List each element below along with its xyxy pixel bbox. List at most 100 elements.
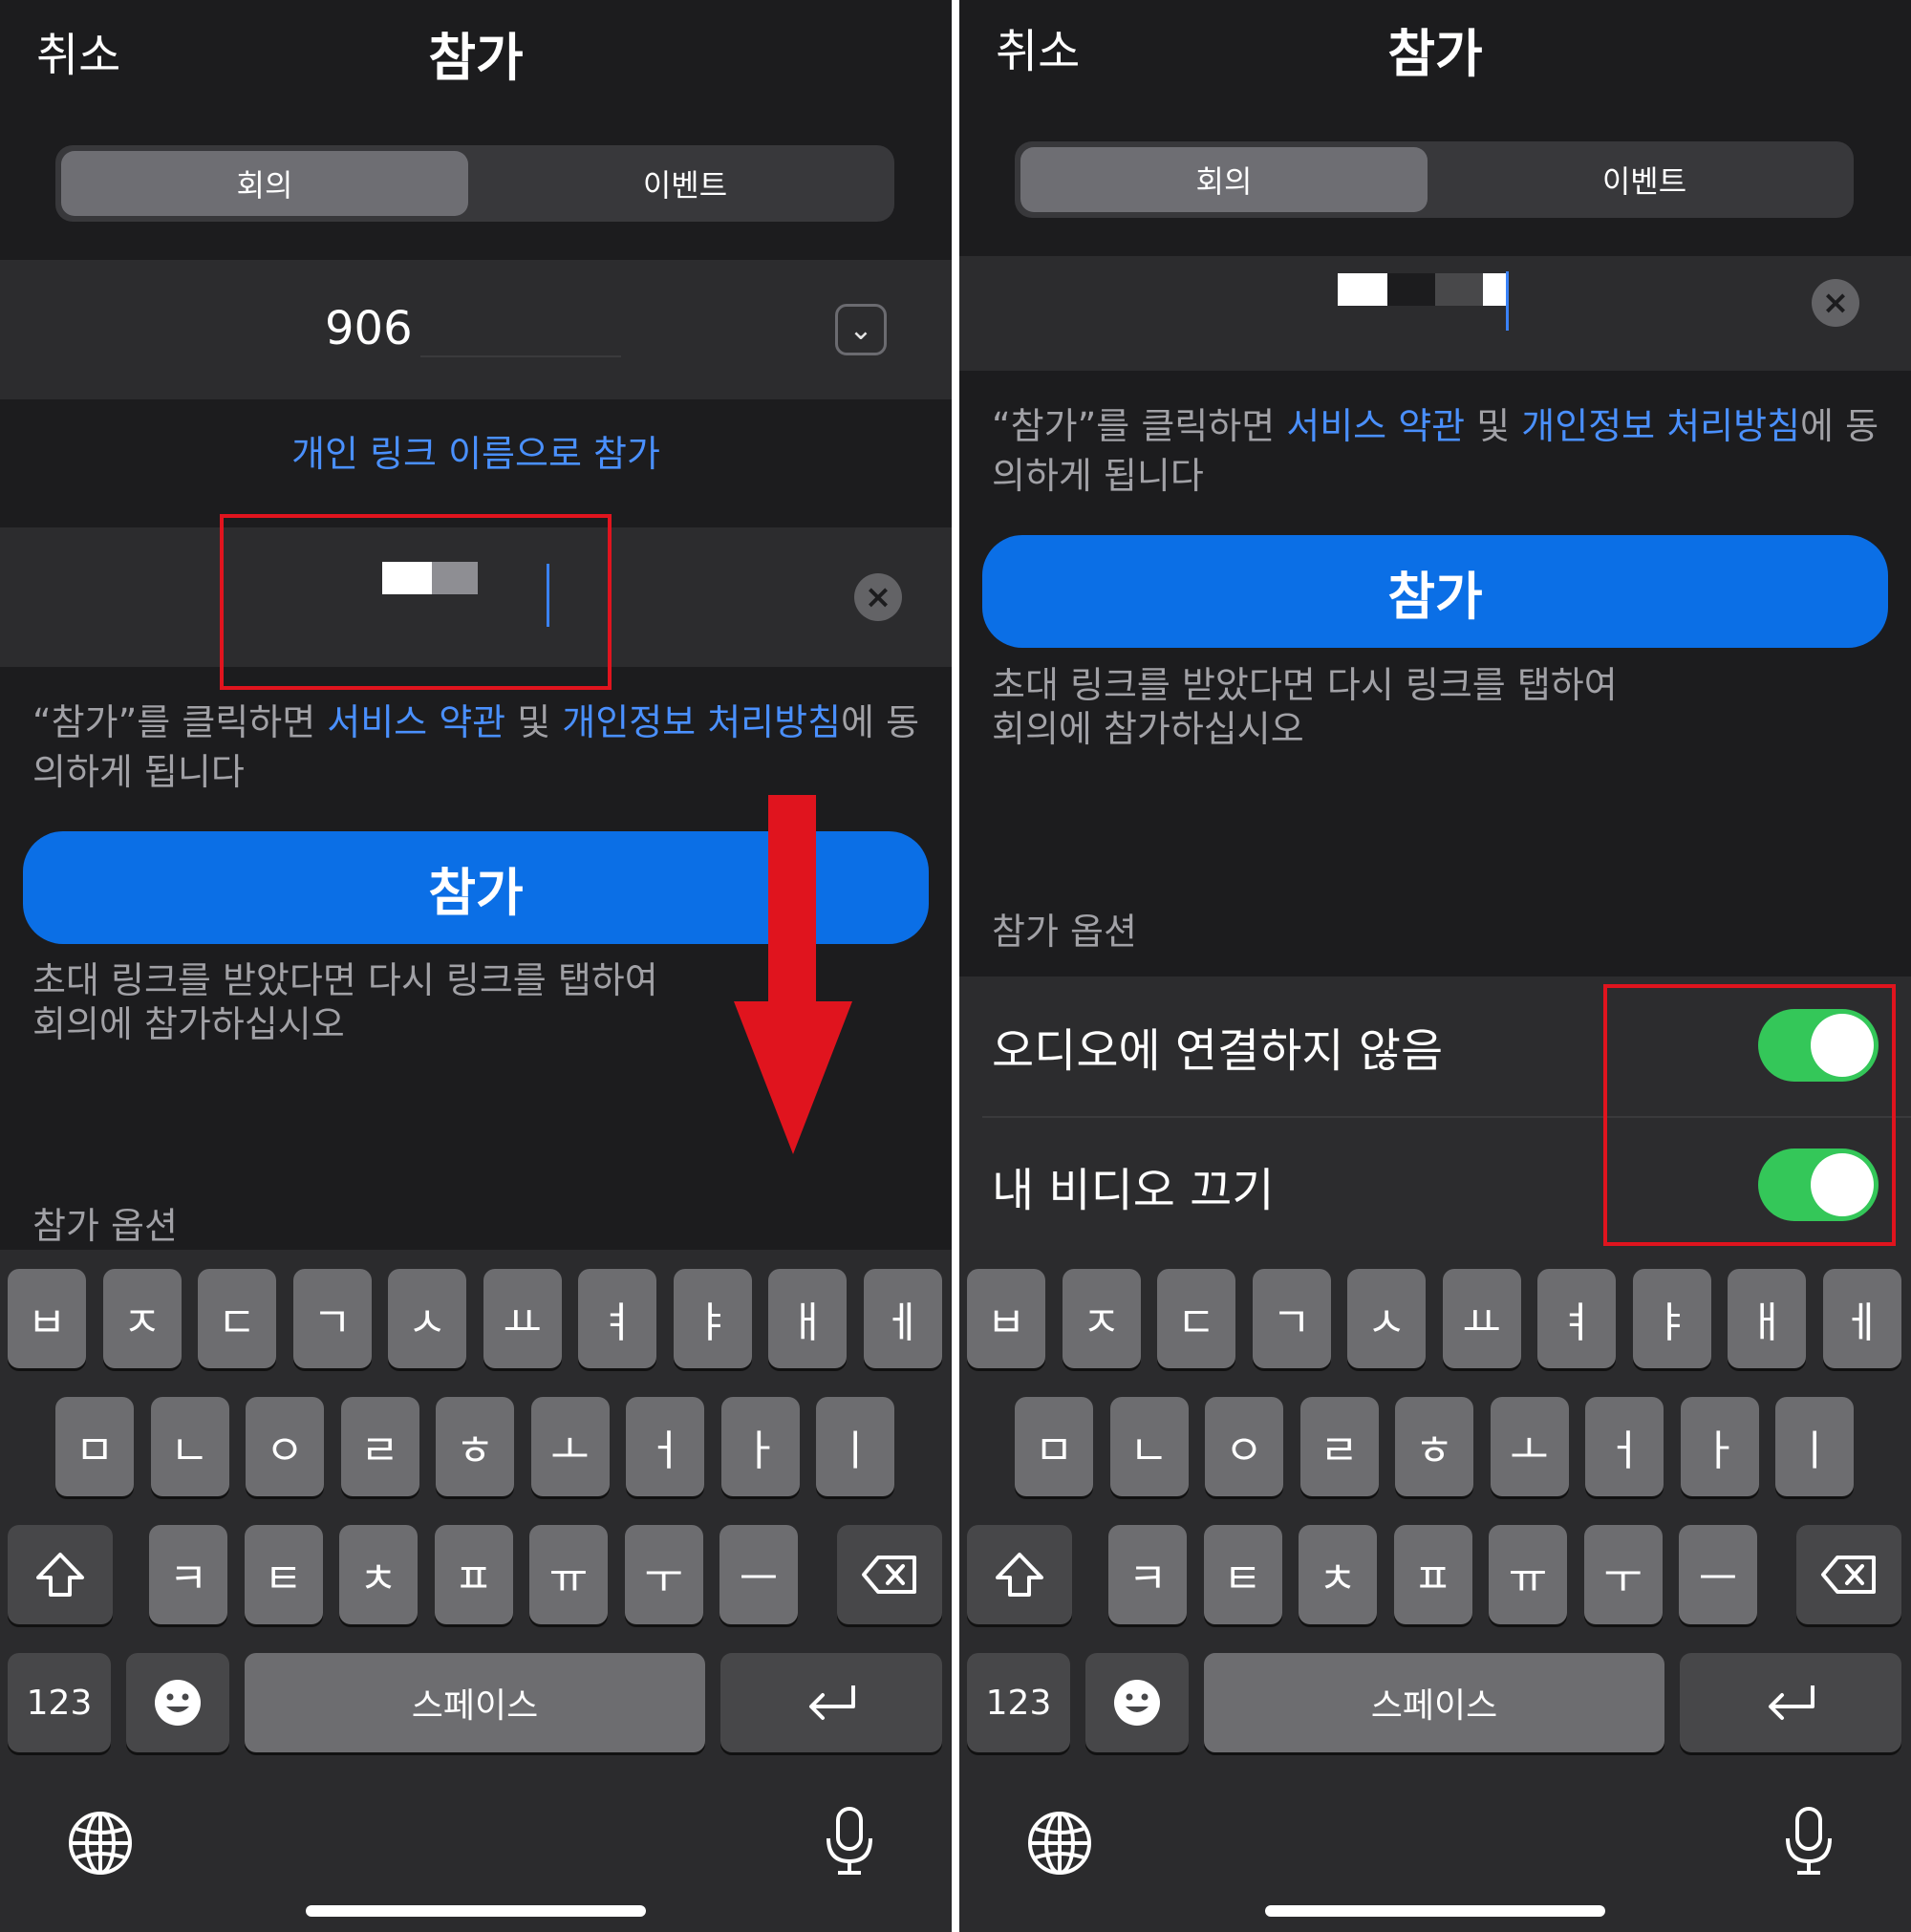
masked-name <box>1338 273 1387 306</box>
space-key[interactable]: 스페이스 <box>245 1653 705 1752</box>
clear-text-button[interactable]: × <box>1812 279 1859 327</box>
key-1[interactable]: ㅂ <box>8 1269 86 1368</box>
privacy-policy-link[interactable]: 개인정보 처리방침 <box>562 701 841 743</box>
microphone-icon[interactable] <box>1783 1806 1835 1877</box>
key-8[interactable]: ㅑ <box>673 1269 752 1368</box>
key-7[interactable]: ㅕ <box>578 1269 656 1368</box>
invite-hint: 초대 링크를 받았다면 다시 링크를 탭하여 회의에 참가하십시오 <box>992 664 1618 750</box>
key-3[interactable]: ㄷ <box>1157 1269 1235 1368</box>
service-terms-link[interactable]: 서비스 약관 <box>327 701 505 743</box>
shift-key[interactable] <box>8 1525 113 1624</box>
key-1[interactable]: ㅂ <box>967 1269 1045 1368</box>
key-15[interactable]: ㅎ <box>436 1397 514 1496</box>
key-24[interactable]: ㅠ <box>529 1525 608 1624</box>
tab-event[interactable]: 이벤트 <box>482 151 889 216</box>
tab-event[interactable]: 이벤트 <box>1441 147 1848 212</box>
key-26[interactable]: ㅡ <box>719 1525 798 1624</box>
key-13[interactable]: ㅇ <box>246 1397 324 1496</box>
key-18[interactable]: ㅏ <box>1680 1397 1759 1496</box>
history-dropdown-button[interactable]: ⌄ <box>835 304 887 355</box>
tab-meeting[interactable]: 회의 <box>61 151 468 216</box>
key-22[interactable]: ㅊ <box>339 1525 418 1624</box>
option-label: 오디오에 연결하지 않음 <box>992 1024 1444 1078</box>
key-2[interactable]: ㅈ <box>102 1269 182 1368</box>
key-20[interactable]: ㅋ <box>149 1525 227 1624</box>
globe-icon[interactable] <box>1026 1810 1093 1877</box>
tab-meeting[interactable]: 회의 <box>1020 147 1428 212</box>
emoji-icon <box>1114 1680 1160 1726</box>
dictation-button[interactable] <box>824 1806 875 1880</box>
backspace-key[interactable] <box>837 1525 942 1624</box>
key-8[interactable]: ㅑ <box>1632 1269 1711 1368</box>
privacy-policy-link[interactable]: 개인정보 처리방침 <box>1521 405 1800 447</box>
masked-name-part <box>1435 273 1483 306</box>
key-26[interactable]: ㅡ <box>1679 1525 1757 1624</box>
return-key[interactable] <box>1680 1653 1901 1752</box>
key-7[interactable]: ㅕ <box>1537 1269 1616 1368</box>
globe-icon[interactable] <box>67 1810 134 1877</box>
emoji-key[interactable] <box>1085 1653 1189 1752</box>
key-17[interactable]: ㅓ <box>626 1397 704 1496</box>
backspace-icon <box>1821 1556 1876 1594</box>
globe-button[interactable] <box>1026 1810 1093 1880</box>
key-15[interactable]: ㅎ <box>1395 1397 1473 1496</box>
key-3[interactable]: ㄷ <box>198 1269 276 1368</box>
left-screen: 취소 참가 회의 이벤트 906 ⌄ 개인 링크 이름으로 참가 × “참가”를… <box>0 0 952 1932</box>
key-14[interactable]: ㄹ <box>340 1397 419 1496</box>
key-23[interactable]: ㅍ <box>434 1525 513 1624</box>
key-18[interactable]: ㅏ <box>720 1397 800 1496</box>
key-10[interactable]: ㅔ <box>1822 1269 1901 1368</box>
dictation-button[interactable] <box>1783 1806 1835 1880</box>
clear-text-button[interactable]: × <box>854 573 902 621</box>
key-6[interactable]: ㅛ <box>483 1269 562 1368</box>
key-10[interactable]: ㅔ <box>863 1269 942 1368</box>
key-9[interactable]: ㅐ <box>768 1269 847 1368</box>
personal-link-join-link[interactable]: 개인 링크 이름으로 참가 <box>0 424 952 477</box>
name-field[interactable]: × <box>959 256 1911 371</box>
return-key[interactable] <box>720 1653 942 1752</box>
key-24[interactable]: ㅠ <box>1489 1525 1567 1624</box>
key-19[interactable]: ㅣ <box>1775 1397 1854 1496</box>
key-21[interactable]: ㅌ <box>1203 1525 1282 1624</box>
emoji-key[interactable] <box>126 1653 229 1752</box>
key-20[interactable]: ㅋ <box>1108 1525 1187 1624</box>
numbers-key[interactable]: 123 <box>8 1653 111 1752</box>
globe-button[interactable] <box>67 1810 134 1880</box>
key-11[interactable]: ㅁ <box>1015 1397 1093 1496</box>
service-terms-link[interactable]: 서비스 약관 <box>1286 405 1465 447</box>
key-13[interactable]: ㅇ <box>1205 1397 1283 1496</box>
key-22[interactable]: ㅊ <box>1299 1525 1377 1624</box>
key-5[interactable]: ㅅ <box>1347 1269 1426 1368</box>
join-button[interactable]: 참가 <box>982 535 1888 648</box>
terms-text: “참가”를 클릭하면 서비스 약관 및 개인정보 처리방침에 동의하게 됩니다 <box>32 701 920 793</box>
key-25[interactable]: ㅜ <box>1583 1525 1663 1624</box>
masked-name-part <box>1483 273 1506 306</box>
key-19[interactable]: ㅣ <box>816 1397 894 1496</box>
key-17[interactable]: ㅓ <box>1585 1397 1664 1496</box>
key-16[interactable]: ㅗ <box>1490 1397 1569 1496</box>
key-21[interactable]: ㅌ <box>244 1525 323 1624</box>
key-5[interactable]: ㅅ <box>388 1269 466 1368</box>
backspace-key[interactable] <box>1796 1525 1901 1624</box>
key-11[interactable]: ㅁ <box>55 1397 134 1496</box>
join-options-label: 참가 옵션 <box>32 1205 178 1247</box>
key-9[interactable]: ㅐ <box>1728 1269 1806 1368</box>
key-14[interactable]: ㄹ <box>1299 1397 1379 1496</box>
key-12[interactable]: ㄴ <box>1109 1397 1189 1496</box>
key-23[interactable]: ㅍ <box>1393 1525 1472 1624</box>
key-4[interactable]: ㄱ <box>292 1269 372 1368</box>
shift-key[interactable] <box>967 1525 1072 1624</box>
key-4[interactable]: ㄱ <box>1252 1269 1331 1368</box>
join-options-label: 참가 옵션 <box>992 911 1137 953</box>
microphone-icon[interactable] <box>824 1806 875 1877</box>
key-2[interactable]: ㅈ <box>1062 1269 1141 1368</box>
shift-icon <box>36 1553 84 1597</box>
space-key[interactable]: 스페이스 <box>1204 1653 1664 1752</box>
key-6[interactable]: ㅛ <box>1442 1269 1521 1368</box>
key-16[interactable]: ㅗ <box>530 1397 610 1496</box>
highlight-box <box>1603 984 1896 1246</box>
meeting-id-field[interactable]: 906 ⌄ <box>0 260 952 399</box>
key-25[interactable]: ㅜ <box>624 1525 703 1624</box>
key-12[interactable]: ㄴ <box>150 1397 229 1496</box>
numbers-key[interactable]: 123 <box>967 1653 1070 1752</box>
